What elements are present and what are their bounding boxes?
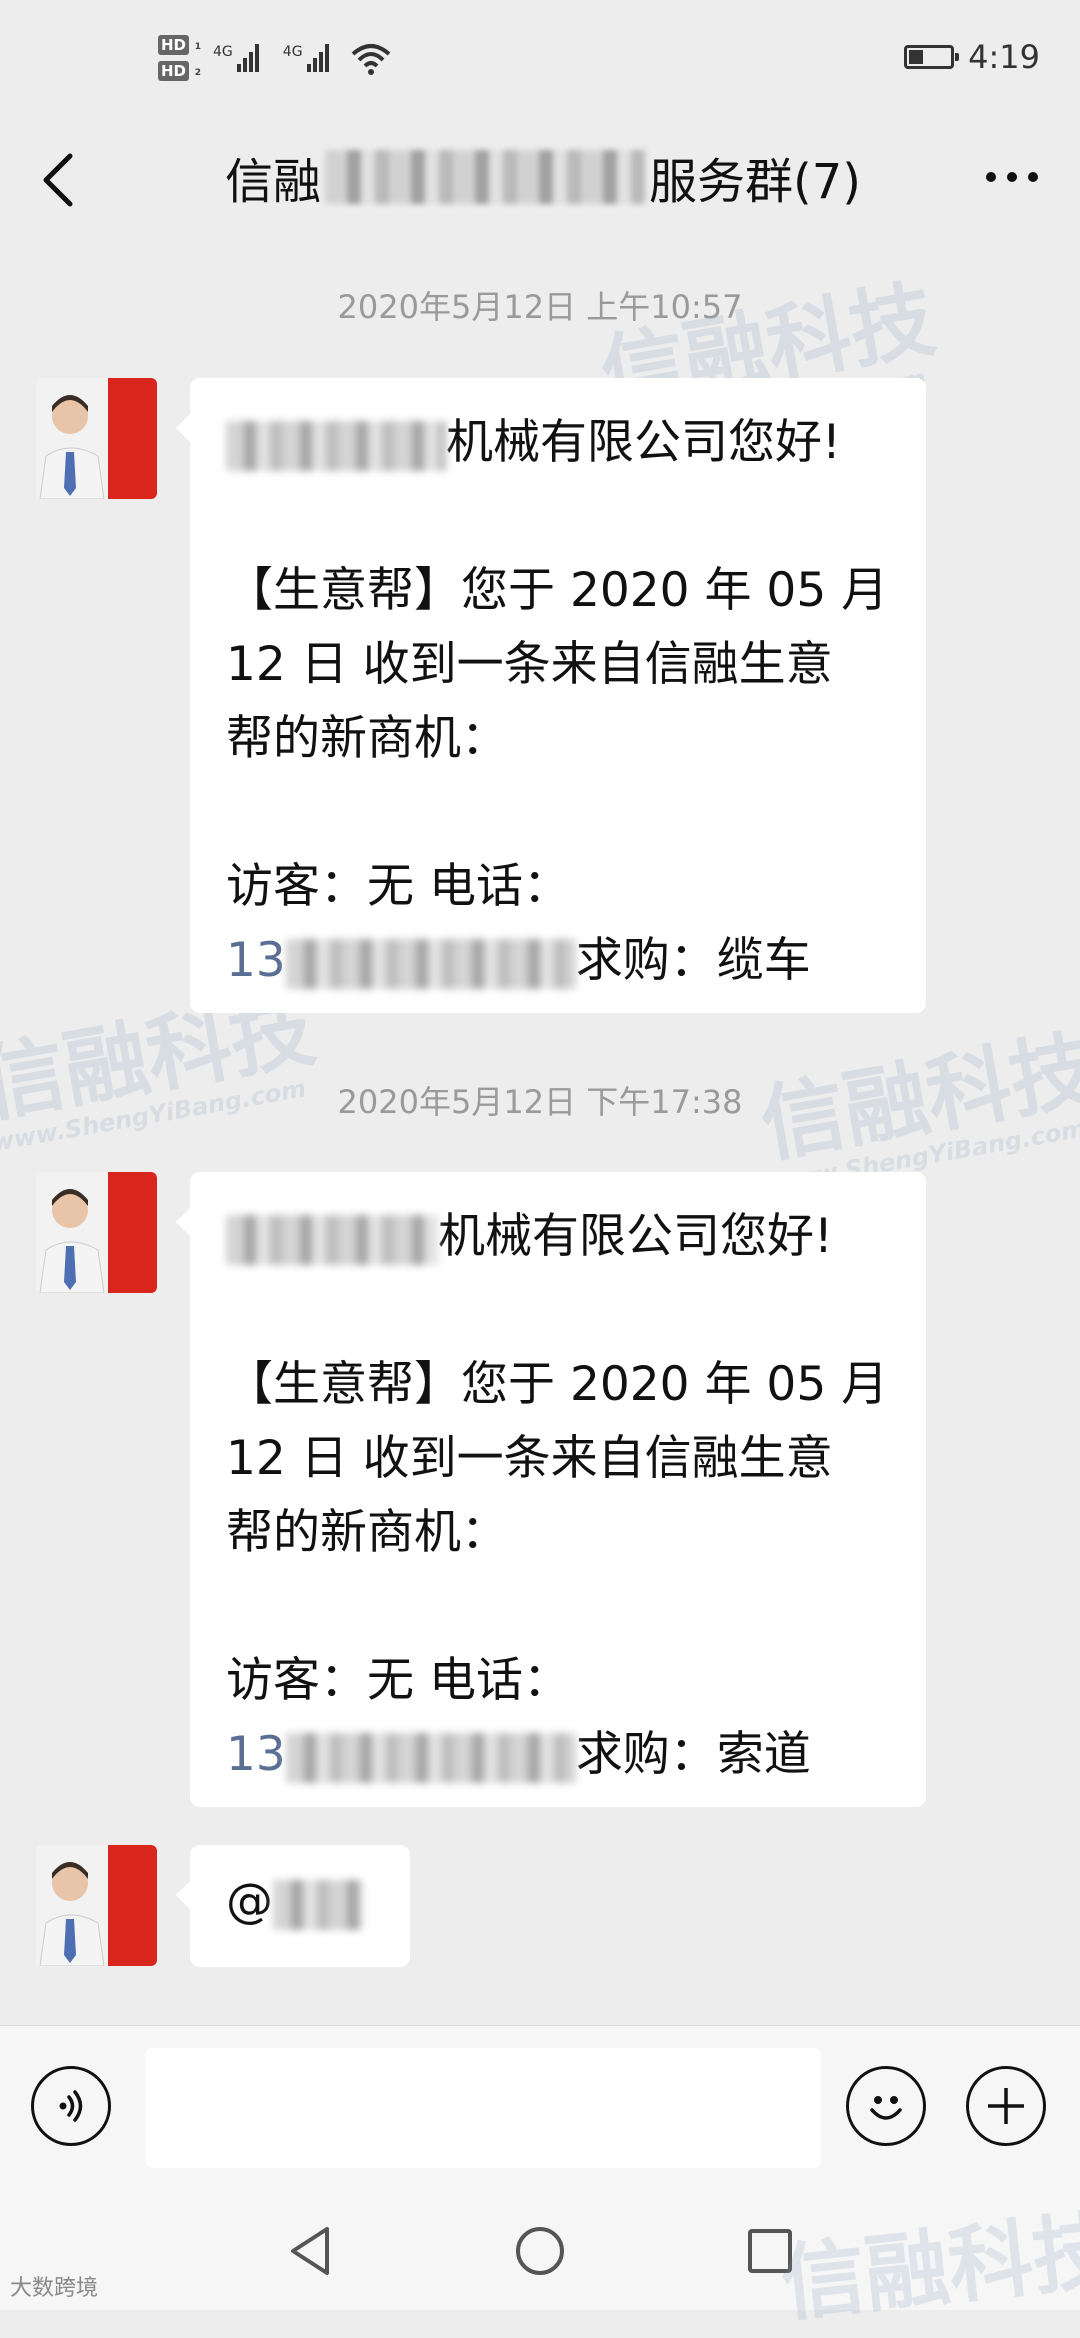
message-timestamp: 2020年5月12日 下午17:38 [337,1083,743,1121]
input-bar [0,2025,1080,2196]
message-line: 机械有限公司您好! [226,406,890,480]
avatar[interactable] [36,1172,157,1293]
chat-header: 信融 服务群(7) [0,120,1080,230]
chat-title-prefix: 信融 [225,154,322,210]
phone-number-link[interactable]: 13 [226,1727,286,1782]
message-line: 帮的新商机： [226,1505,508,1560]
battery-icon [904,45,960,69]
message-line: 访客：无 电话： [226,1653,570,1708]
message-line: 机械有限公司您好! [226,1200,890,1274]
nav-home-icon[interactable] [514,2223,566,2279]
message-line: 12 日 收到一条来自信融生意 [226,637,833,692]
plus-icon [988,2088,1024,2124]
back-arrow-icon[interactable] [36,150,82,210]
system-navigation-bar [0,2195,1080,2310]
phone-number-link[interactable]: 13 [226,933,286,988]
signal-icon-1: 4G [213,44,259,72]
wifi-icon [351,44,390,75]
footer-logo: 大数跨境 [10,2276,99,2301]
nav-recents-icon[interactable] [746,2223,794,2279]
message-bubble[interactable]: 机械有限公司您好! 【生意帮】您于 2020 年 05 月 12 日 收到一条来… [176,378,926,1013]
message-line: 13 求购：缆车 [226,933,811,989]
status-right: 4:19 [904,38,1040,76]
message-line: 【生意帮】您于 2020 年 05 月 [226,1357,889,1412]
voice-icon [59,2090,83,2122]
message-input[interactable] [145,2048,821,2168]
message-line: 12 日 收到一条来自信融生意 [226,1431,833,1486]
smile-icon [870,2096,902,2120]
more-functions-button[interactable] [966,2066,1046,2146]
hd-badge-2: HD 2 [158,61,201,81]
message-bubble[interactable]: @ [176,1845,410,1967]
clock: 4:19 [968,38,1040,76]
message-line: 13 求购：索道 [226,1727,811,1783]
more-options-icon[interactable] [984,170,1040,184]
avatar[interactable] [36,1845,157,1966]
voice-input-button[interactable] [31,2066,111,2146]
title-redacted [325,150,646,204]
status-bar: HD 1 HD 2 4G 4G 4:19 [0,0,1080,120]
message-line: 【生意帮】您于 2020 年 05 月 [226,563,889,618]
status-left: HD 1 HD 2 4G 4G [158,28,393,88]
message-line: 访客：无 电话： [226,859,570,914]
chat-title-suffix: 服务群(7) [649,154,862,210]
signal-icon-2: 4G [283,44,329,72]
chat-title: 信融 服务群(7) [225,142,861,212]
message-timestamp: 2020年5月12日 上午10:57 [337,288,743,326]
nav-back-icon[interactable] [285,2223,335,2279]
message-line: 帮的新商机： [226,711,508,766]
message-bubble[interactable]: 机械有限公司您好! 【生意帮】您于 2020 年 05 月 12 日 收到一条来… [176,1172,926,1807]
mention-line: @ [226,1865,374,1939]
avatar[interactable] [36,378,157,499]
emoji-button[interactable] [846,2066,926,2146]
hd-badge-1: HD 1 [158,35,201,55]
